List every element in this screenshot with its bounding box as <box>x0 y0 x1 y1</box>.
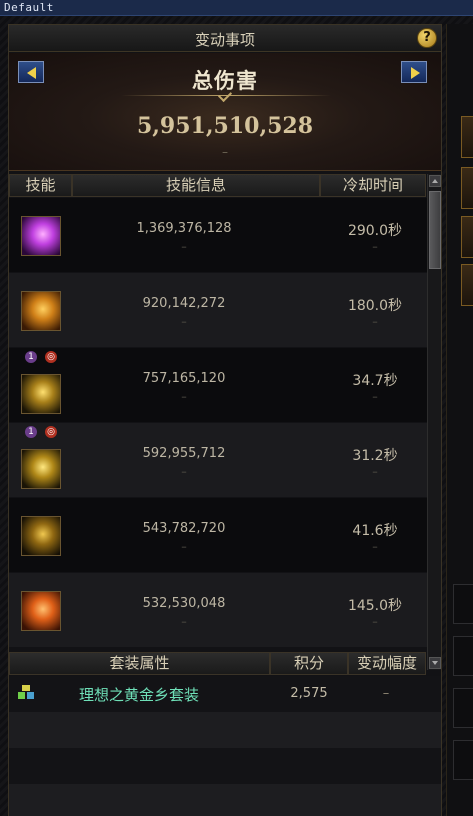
skill-cooldown-delta: – <box>372 390 378 403</box>
golden-fist-skill-icon <box>21 291 61 331</box>
golden-slash-skill-icon <box>21 516 61 556</box>
skill-cooldown-delta: – <box>372 465 378 478</box>
skill-damage: 592,955,712 <box>142 446 226 461</box>
skill-row[interactable]: 1 ◎ 757,165,120–34.7秒 – <box>9 348 427 422</box>
skill-cooldown: 41.6秒 <box>352 523 398 539</box>
scroll-up-icon[interactable] <box>429 175 441 187</box>
set-score: 2,575 <box>290 686 328 701</box>
side-panel <box>446 24 473 816</box>
column-header-info: 技能信息 <box>72 174 320 197</box>
skill-cooldown-delta: – <box>372 615 378 628</box>
equipment-slot[interactable] <box>461 167 473 209</box>
skill-damage-delta: – <box>181 540 187 553</box>
empty-slot <box>453 740 473 780</box>
skill-damage: 543,782,720 <box>142 521 226 536</box>
scrollbar[interactable] <box>427 174 441 670</box>
skill-damage: 1,369,376,128 <box>136 221 232 236</box>
total-damage-box: 总伤害 5,951,510,528 – <box>9 53 441 171</box>
scroll-down-icon[interactable] <box>429 657 441 669</box>
empty-row <box>9 712 441 748</box>
skill-cooldown-delta: – <box>372 240 378 253</box>
set-name: 理想之黄金乡套装 <box>79 686 200 704</box>
skill-damage: 532,530,048 <box>142 596 226 611</box>
skill-cooldown-delta: – <box>372 315 378 328</box>
talisman-badge-icon: ◎ <box>45 426 57 438</box>
skill-cooldown: 145.0秒 <box>347 598 403 614</box>
change-details-panel: 变动事项 ? 总伤害 5,951,510,528 – 技能 技能信息 冷却时间 … <box>8 24 442 816</box>
empty-row <box>9 748 441 784</box>
rune-badge-icon: 1 <box>25 426 37 438</box>
set-change: – <box>382 686 390 701</box>
skill-row[interactable]: 543,782,720–41.6秒 – <box>9 498 427 572</box>
skill-row[interactable]: 532,530,048–145.0秒 – <box>9 573 427 647</box>
skill-row[interactable]: 1 ◎ 592,955,712–31.2秒 – <box>9 423 427 497</box>
skill-cooldown-delta: – <box>372 540 378 553</box>
equipment-slot[interactable] <box>461 264 473 306</box>
panel-header: 变动事项 ? <box>9 25 441 52</box>
rune-badge-icon: 1 <box>25 351 37 363</box>
purple-energy-skill-icon <box>21 216 61 256</box>
column-header-cooldown: 冷却时间 <box>320 174 426 197</box>
skill-damage-delta: – <box>181 240 187 253</box>
total-damage-delta: – <box>222 145 228 159</box>
help-icon[interactable]: ? <box>417 28 437 48</box>
equipment-slot[interactable] <box>461 116 473 158</box>
skill-damage-delta: – <box>181 315 187 328</box>
window-titlebar: Default <box>0 0 473 16</box>
skill-cooldown: 34.7秒 <box>352 373 398 389</box>
skill-damage-delta: – <box>181 465 187 478</box>
skill-row[interactable]: 920,142,272–180.0秒 – <box>9 273 427 347</box>
talisman-badge-icon: ◎ <box>45 351 57 363</box>
skill-damage: 920,142,272 <box>142 296 226 311</box>
skill-cooldown: 290.0秒 <box>347 223 403 239</box>
orange-flame-skill-icon <box>21 591 61 631</box>
equipment-slot[interactable] <box>461 216 473 258</box>
set-row[interactable]: 理想之黄金乡套装 2,575 – <box>9 676 441 712</box>
scroll-thumb[interactable] <box>429 191 441 269</box>
skill-damage: 757,165,120 <box>142 371 226 386</box>
empty-slot <box>453 584 473 624</box>
column-header-set: 套装属性 <box>9 652 270 675</box>
skill-cooldown: 180.0秒 <box>347 298 403 314</box>
empty-slot <box>453 688 473 728</box>
skill-cooldown: 31.2秒 <box>352 448 398 464</box>
set-equipment-icon <box>18 685 34 699</box>
skill-damage-delta: – <box>181 615 187 628</box>
column-header-skill: 技能 <box>9 174 72 197</box>
golden-burst-skill-icon <box>21 374 61 414</box>
golden-explosion-skill-icon <box>21 449 61 489</box>
column-header-change: 变动幅度 <box>348 652 426 675</box>
empty-slot <box>453 636 473 676</box>
skill-damage-delta: – <box>181 390 187 403</box>
panel-title: 变动事项 <box>194 31 255 49</box>
window-title: Default <box>4 1 54 14</box>
empty-row <box>9 784 441 816</box>
column-header-score: 积分 <box>270 652 348 675</box>
total-damage-value: 5,951,510,528 <box>136 113 314 139</box>
skill-row[interactable]: 1,369,376,128–290.0秒 – <box>9 198 427 272</box>
